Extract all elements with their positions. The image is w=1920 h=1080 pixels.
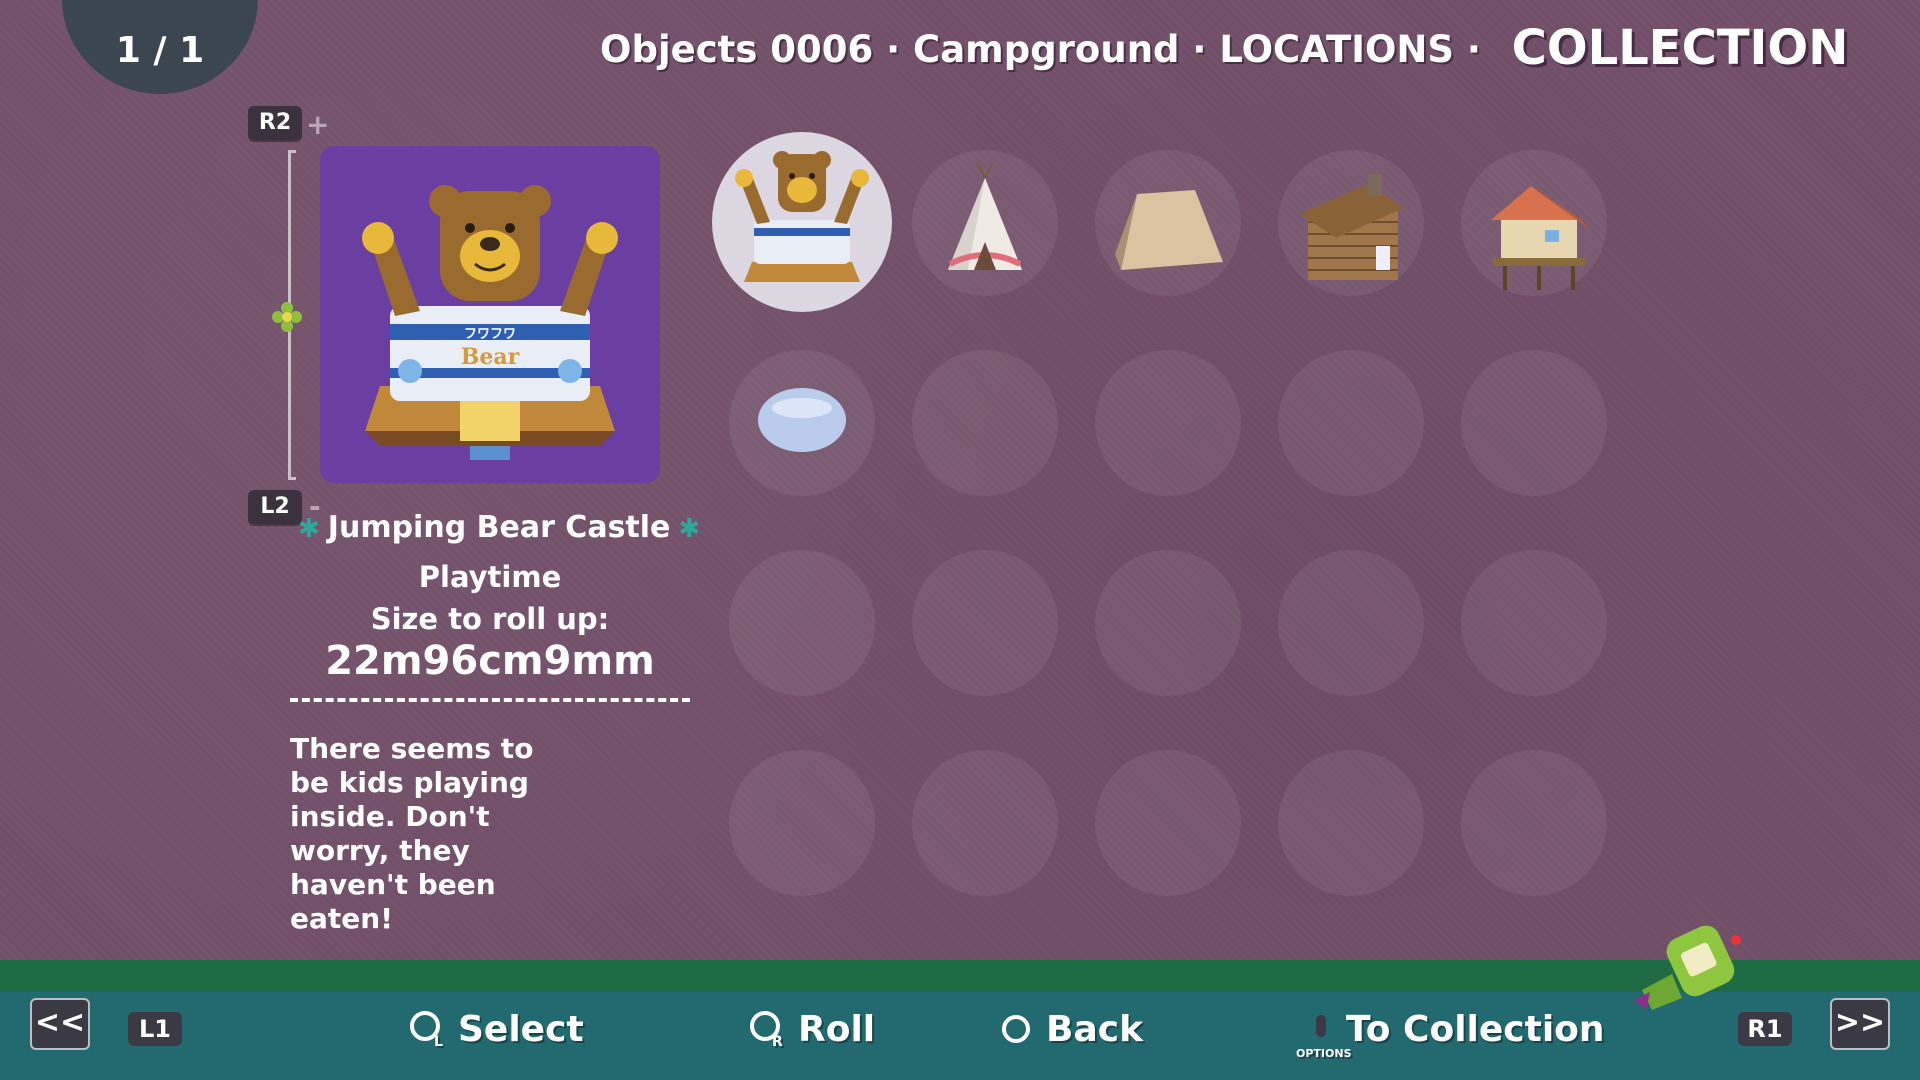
object-name: Jumping Bear Castle [327, 510, 671, 545]
grid-slot-empty[interactable] [1461, 350, 1607, 496]
zoom-in-symbol: + [306, 108, 330, 141]
flower-zoom-knob-icon[interactable] [272, 302, 302, 332]
object-preview-panel: フワフワ Bear [320, 146, 660, 483]
breadcrumb: Objects 0006 · Campground · LOCATIONS · [600, 28, 1481, 71]
preview-sign-top: フワフワ [464, 327, 516, 342]
right-stick-icon: R [750, 1011, 783, 1048]
r1-button[interactable]: R1 [1738, 1012, 1792, 1046]
bear-castle-icon [735, 151, 869, 282]
grid-slot-empty[interactable] [1095, 350, 1241, 496]
size-label: Size to roll up: [370, 602, 610, 636]
grid-slot-empty[interactable] [1278, 350, 1424, 496]
grid-slot-empty[interactable] [1461, 550, 1607, 696]
grid-slot-empty[interactable] [1278, 550, 1424, 696]
prince-mascot-icon [1634, 925, 1741, 1010]
grid-slot[interactable] [912, 150, 1058, 296]
grid-slot-empty[interactable] [1095, 750, 1241, 896]
grid-slot-empty[interactable] [912, 550, 1058, 696]
stilt-house-icon [1491, 186, 1591, 290]
divider [290, 698, 690, 702]
preview-sign-bottom: Bear [461, 344, 520, 370]
grid-slot[interactable] [729, 350, 875, 496]
log-cabin-icon [1300, 174, 1404, 280]
page-counter: 1 / 1 [115, 30, 205, 71]
select-label: Select [458, 1008, 584, 1050]
roll-label: Roll [798, 1008, 876, 1050]
grid-slot-empty[interactable] [729, 550, 875, 696]
l1-button[interactable]: L1 [128, 1012, 182, 1046]
zoom-in-button[interactable]: R2 [248, 106, 302, 140]
grid-slot-empty[interactable] [729, 750, 875, 896]
size-value: 22m96cm9mm [325, 638, 655, 684]
star-icon: ✱ [678, 514, 701, 544]
grid-slot-empty[interactable] [1278, 750, 1424, 896]
prev-page-button[interactable]: << [30, 998, 90, 1050]
grid-slot[interactable] [1278, 150, 1424, 296]
circle-button-icon [1002, 1015, 1030, 1043]
left-stick-icon: L [410, 1011, 443, 1048]
puddle-icon [758, 388, 846, 452]
svg-text:L: L [434, 1034, 443, 1048]
star-icon: ✱ [298, 514, 320, 544]
back-action[interactable]: Back [1000, 1004, 1143, 1054]
back-label: Back [1046, 1008, 1144, 1050]
grid-slot-selected[interactable] [712, 132, 892, 312]
to-collection-action[interactable]: OPTIONS To Collection [1296, 1004, 1605, 1061]
next-page-button[interactable]: >> [1830, 998, 1890, 1050]
teepee-icon [948, 163, 1022, 270]
grid-slot-empty[interactable] [1461, 750, 1607, 896]
tent-icon [1115, 190, 1223, 270]
grid-slot-empty[interactable] [1095, 550, 1241, 696]
grid-slot[interactable] [1461, 150, 1607, 296]
to-collection-label: To Collection [1346, 1008, 1605, 1050]
svg-text:R: R [772, 1034, 783, 1048]
object-description: There seems to be kids playing inside. D… [290, 732, 534, 935]
page-title: COLLECTION [1511, 20, 1849, 76]
object-category: Playtime [418, 560, 562, 594]
bear-castle-preview-icon: フワフワ Bear [362, 185, 618, 460]
grid-slot-empty[interactable] [912, 750, 1058, 896]
grid-slot-empty[interactable] [912, 350, 1058, 496]
object-name-row: ✱ Jumping Bear Castle ✱ [290, 510, 700, 545]
roll-action[interactable]: R Roll [750, 1004, 875, 1054]
select-action[interactable]: L Select [410, 1004, 584, 1054]
grid-slot[interactable] [1095, 150, 1241, 296]
options-button-icon: OPTIONS [1296, 1009, 1352, 1060]
